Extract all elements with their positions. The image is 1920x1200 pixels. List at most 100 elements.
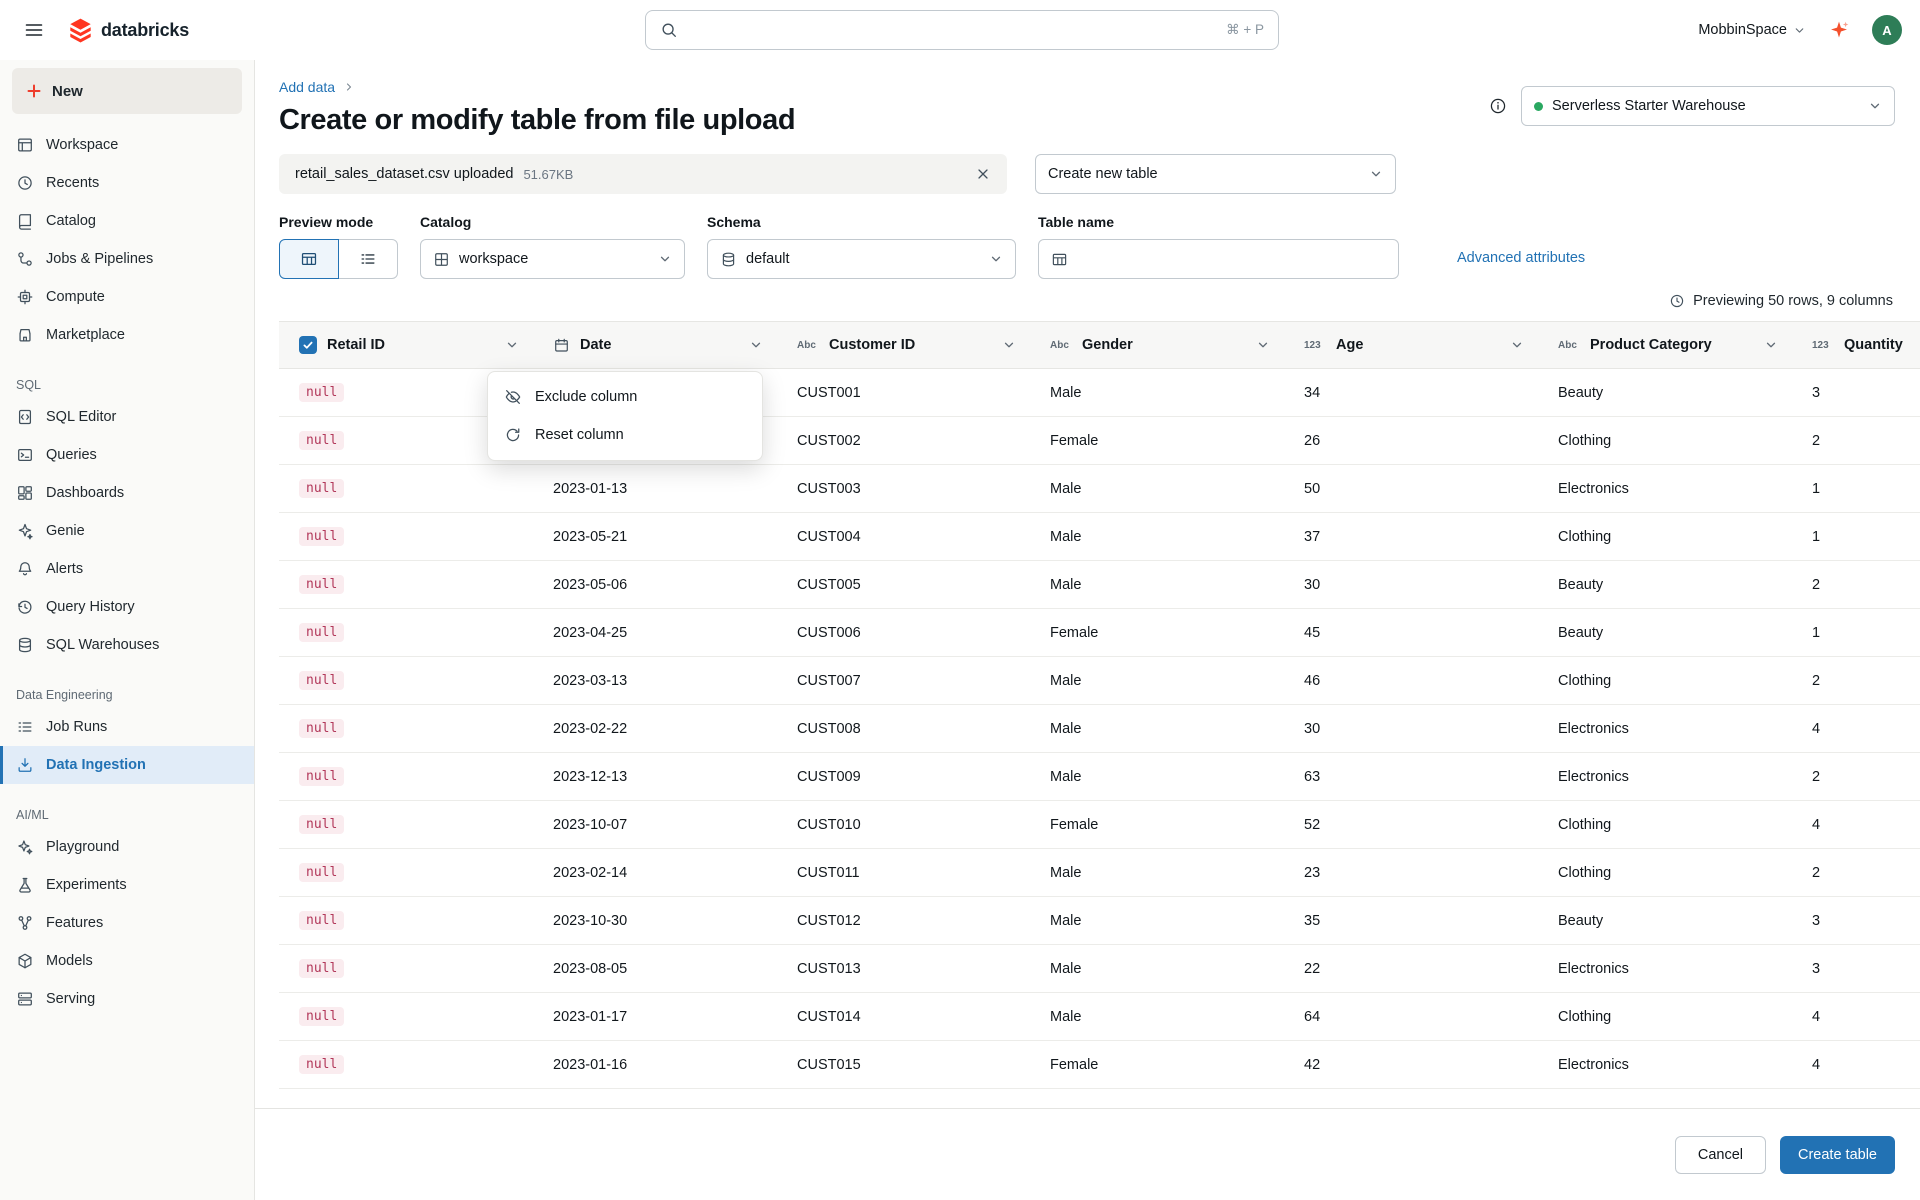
cell-product-category: Beauty	[1558, 912, 1604, 929]
table-name-input[interactable]	[1077, 251, 1386, 267]
alerts-icon	[16, 560, 34, 578]
sidebar-item[interactable]: Data Ingestion	[0, 746, 254, 784]
table-mode-select[interactable]: Create new table	[1035, 154, 1396, 194]
column-header-label: Date	[580, 337, 612, 353]
list-view-toggle[interactable]	[338, 239, 398, 279]
cell-retail-id: null	[279, 993, 533, 1040]
experiments-icon	[16, 876, 34, 894]
hamburger-menu-icon[interactable]	[24, 20, 44, 40]
null-badge: null	[299, 959, 345, 978]
chevron-down-icon[interactable]	[749, 338, 763, 352]
cell-customer-id: CUST003	[797, 480, 861, 497]
sidebar-item[interactable]: Alerts	[0, 550, 254, 588]
sidebar-item[interactable]: Workspace	[0, 126, 254, 164]
cell-gender: Male	[1050, 480, 1082, 497]
number-type-icon: 123	[1304, 339, 1321, 351]
recents-icon	[16, 174, 34, 192]
cancel-button[interactable]: Cancel	[1674, 1135, 1766, 1174]
context-menu-item[interactable]: Reset column	[488, 416, 762, 454]
advanced-attributes-link[interactable]: Advanced attributes	[1457, 250, 1585, 279]
cell-age: 30	[1304, 720, 1321, 737]
search-icon	[660, 21, 678, 39]
cell-date: 2023-04-25	[553, 624, 628, 641]
chevron-down-icon[interactable]	[1002, 338, 1016, 352]
sidebar-item[interactable]: Query History	[0, 588, 254, 626]
sidebar-item[interactable]: Genie	[0, 512, 254, 550]
sidebar-item[interactable]: Features	[0, 904, 254, 942]
chevron-down-icon	[1868, 99, 1882, 113]
cell-customer-id: CUST002	[797, 432, 861, 449]
column-header[interactable]: Date	[533, 322, 777, 368]
cell-age: 63	[1304, 768, 1321, 785]
sidebar-item[interactable]: Compute	[0, 278, 254, 316]
sidebar-nav: Workspace Recents Catalog Jobs & Pipelin…	[0, 126, 254, 1018]
sidebar-item[interactable]: Experiments	[0, 866, 254, 904]
null-badge: null	[299, 1007, 345, 1026]
sidebar-item[interactable]: Dashboards	[0, 474, 254, 512]
table-view-toggle[interactable]	[279, 239, 339, 279]
close-icon[interactable]	[975, 166, 991, 182]
cell-retail-id: null	[279, 561, 533, 608]
new-button[interactable]: New	[12, 68, 242, 114]
data-ingestion-icon	[16, 756, 34, 774]
cell-gender: Male	[1050, 672, 1082, 689]
query-history-icon	[16, 598, 34, 616]
create-table-button[interactable]: Create table	[1780, 1135, 1895, 1174]
column-header[interactable]: Abc Customer ID	[777, 322, 1030, 368]
breadcrumb-add-data-link[interactable]: Add data	[279, 79, 335, 95]
chevron-down-icon[interactable]	[1764, 338, 1778, 352]
table-body: null CUST001 Male 34 Beauty 3 null CUST0…	[279, 369, 1920, 1089]
chevron-down-icon[interactable]	[1510, 338, 1524, 352]
column-header[interactable]: 123 Quantity	[1792, 322, 1920, 368]
databricks-logo-icon	[68, 17, 93, 43]
null-badge: null	[299, 719, 345, 738]
warehouse-select[interactable]: Serverless Starter Warehouse	[1521, 86, 1895, 126]
sidebar-item[interactable]: Recents	[0, 164, 254, 202]
assistant-sparkle-icon[interactable]	[1828, 19, 1850, 41]
table-header-row: Retail ID Date Abc Customer ID Abc Gende…	[279, 321, 1920, 369]
table-row: null 2023-02-22 CUST008 Male 30 Electron…	[279, 705, 1920, 753]
sidebar-item[interactable]: Queries	[0, 436, 254, 474]
sidebar-item[interactable]: SQL Warehouses	[0, 626, 254, 664]
cell-gender: Female	[1050, 816, 1099, 833]
catalog-select[interactable]: workspace	[420, 239, 685, 279]
context-menu-item[interactable]: Exclude column	[488, 378, 762, 416]
search-input[interactable]	[688, 21, 1217, 39]
column-header[interactable]: 123 Age	[1284, 322, 1538, 368]
chevron-down-icon[interactable]	[505, 338, 519, 352]
cell-customer-id: CUST004	[797, 528, 861, 545]
sidebar-item[interactable]: Models	[0, 942, 254, 980]
cell-age: 30	[1304, 576, 1321, 593]
main-content: Add data Create or modify table from fil…	[255, 60, 1920, 1200]
workspace-icon	[16, 136, 34, 154]
sidebar-item[interactable]: Playground	[0, 828, 254, 866]
cell-gender: Male	[1050, 768, 1082, 785]
schema-select[interactable]: default	[707, 239, 1016, 279]
preview-info-text: Previewing 50 rows, 9 columns	[1693, 293, 1893, 309]
column-header[interactable]: Retail ID	[279, 322, 533, 368]
footer: Cancel Create table	[255, 1108, 1920, 1200]
info-icon[interactable]	[1489, 97, 1507, 115]
sidebar-item[interactable]: SQL Editor	[0, 398, 254, 436]
sidebar-item[interactable]: Serving	[0, 980, 254, 1018]
null-badge: null	[299, 863, 345, 882]
cell-customer-id: CUST006	[797, 624, 861, 641]
workspace-switcher[interactable]: MobbinSpace	[1698, 22, 1806, 38]
column-header[interactable]: Abc Product Category	[1538, 322, 1792, 368]
databricks-logo[interactable]: databricks	[68, 17, 189, 43]
cell-date: 2023-02-22	[553, 720, 628, 737]
column-header[interactable]: Abc Gender	[1030, 322, 1284, 368]
table-row: null 2023-05-06 CUST005 Male 30 Beauty 2	[279, 561, 1920, 609]
avatar[interactable]: A	[1872, 15, 1902, 45]
sidebar-item[interactable]: Jobs & Pipelines	[0, 240, 254, 278]
global-search[interactable]: ⌘ + P	[645, 10, 1279, 50]
sidebar-item[interactable]: Job Runs	[0, 708, 254, 746]
cell-age: 64	[1304, 1008, 1321, 1025]
column-checkbox-checked[interactable]	[299, 336, 317, 354]
cell-date: 2023-10-07	[553, 816, 628, 833]
sidebar-item[interactable]: Catalog	[0, 202, 254, 240]
table-name-field[interactable]	[1038, 239, 1399, 279]
sidebar-item[interactable]: Marketplace	[0, 316, 254, 354]
chevron-down-icon[interactable]	[1256, 338, 1270, 352]
cell-gender: Female	[1050, 1056, 1099, 1073]
